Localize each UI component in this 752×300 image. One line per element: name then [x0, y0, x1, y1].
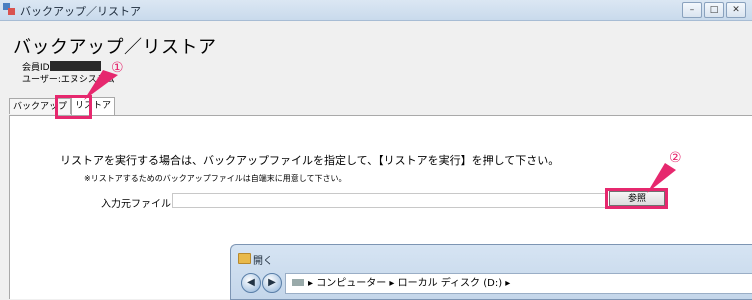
- open-file-dialog: 開く ◀ ▶ ▸ コンピューター ▸ ローカル ディスク (D:) ▸: [230, 244, 752, 300]
- address-path: ▸ コンピューター ▸ ローカル ディスク (D:) ▸: [308, 278, 511, 289]
- arrow-to-browse-button: [647, 163, 676, 193]
- folder-icon: [238, 253, 251, 264]
- address-bar[interactable]: ▸ コンピューター ▸ ローカル ディスク (D:) ▸: [285, 273, 752, 294]
- dialog-title: 開く: [253, 256, 273, 267]
- forward-button[interactable]: ▶: [262, 273, 282, 293]
- computer-icon: [292, 279, 304, 286]
- annotation-number-two: ②: [669, 150, 682, 166]
- annotation-number-one: ①: [111, 60, 124, 76]
- back-button[interactable]: ◀: [241, 273, 261, 293]
